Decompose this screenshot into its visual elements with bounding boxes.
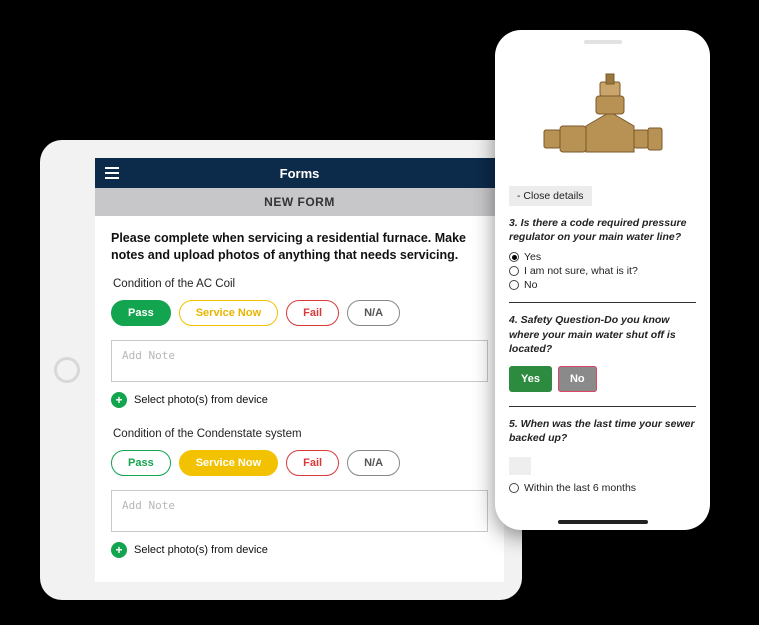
- tablet-screen: Forms NEW FORM Please complete when serv…: [95, 158, 504, 582]
- select-photo-row[interactable]: + Select photo(s) from device: [111, 542, 488, 558]
- radio-icon: [509, 483, 519, 493]
- radio-icon: [509, 266, 519, 276]
- option-row: Pass Service Now Fail N/A: [111, 450, 488, 476]
- section-label: Condition of the AC Coil: [113, 278, 488, 290]
- divider: [509, 406, 696, 407]
- divider: [509, 302, 696, 303]
- radio-label: No: [524, 279, 537, 291]
- form-instructions: Please complete when servicing a residen…: [111, 230, 488, 264]
- na-button[interactable]: N/A: [347, 300, 400, 326]
- radio-icon: [509, 280, 519, 290]
- radio-label: Within the last 6 months: [524, 482, 636, 494]
- question-3: 3. Is there a code required pressure reg…: [505, 216, 700, 250]
- phone-speaker: [584, 40, 622, 44]
- radio-option-yes[interactable]: Yes: [505, 250, 700, 264]
- plus-icon: +: [111, 542, 127, 558]
- service-now-button[interactable]: Service Now: [179, 300, 278, 326]
- radio-icon: [509, 252, 519, 262]
- radio-label: I am not sure, what is it?: [524, 265, 638, 277]
- pass-button[interactable]: Pass: [111, 300, 171, 326]
- no-button[interactable]: No: [558, 366, 597, 392]
- phone-home-bar[interactable]: [558, 520, 648, 524]
- plus-icon: +: [111, 392, 127, 408]
- fail-button[interactable]: Fail: [286, 300, 339, 326]
- select-photo-row[interactable]: + Select photo(s) from device: [111, 392, 488, 408]
- note-input[interactable]: Add Note: [111, 340, 488, 382]
- app-header: Forms: [95, 158, 504, 188]
- header-title: Forms: [280, 166, 320, 181]
- yes-button[interactable]: Yes: [509, 366, 552, 392]
- option-row: Pass Service Now Fail N/A: [111, 300, 488, 326]
- close-details-button[interactable]: - Close details: [509, 186, 592, 206]
- pass-button[interactable]: Pass: [111, 450, 171, 476]
- radio-option-unsure[interactable]: I am not sure, what is it?: [505, 264, 700, 278]
- question-4: 4. Safety Question-Do you know where you…: [505, 313, 700, 362]
- select-photo-label: Select photo(s) from device: [134, 544, 268, 556]
- select-photo-label: Select photo(s) from device: [134, 394, 268, 406]
- section-label: Condition of the Condenstate system: [113, 428, 488, 440]
- fail-button[interactable]: Fail: [286, 450, 339, 476]
- na-button[interactable]: N/A: [347, 450, 400, 476]
- tablet-device: Forms NEW FORM Please complete when serv…: [40, 140, 522, 600]
- form-body: Please complete when servicing a residen…: [95, 216, 504, 558]
- phone-device: - Close details 3. Is there a code requi…: [495, 30, 710, 530]
- radio-option-no[interactable]: No: [505, 278, 700, 292]
- radio-option-within[interactable]: Within the last 6 months: [505, 481, 700, 495]
- radio-label: Yes: [524, 251, 541, 263]
- note-input[interactable]: Add Note: [111, 490, 488, 532]
- pressure-regulator-image: [505, 56, 700, 176]
- subheader: NEW FORM: [95, 188, 504, 216]
- phone-screen: - Close details 3. Is there a code requi…: [505, 56, 700, 516]
- collapsed-option[interactable]: [509, 457, 531, 475]
- question-5: 5. When was the last time your sewer bac…: [505, 417, 700, 451]
- service-now-button[interactable]: Service Now: [179, 450, 278, 476]
- yes-no-row: Yes No: [505, 362, 700, 396]
- tablet-home-button[interactable]: [54, 357, 80, 383]
- hamburger-icon[interactable]: [105, 167, 119, 179]
